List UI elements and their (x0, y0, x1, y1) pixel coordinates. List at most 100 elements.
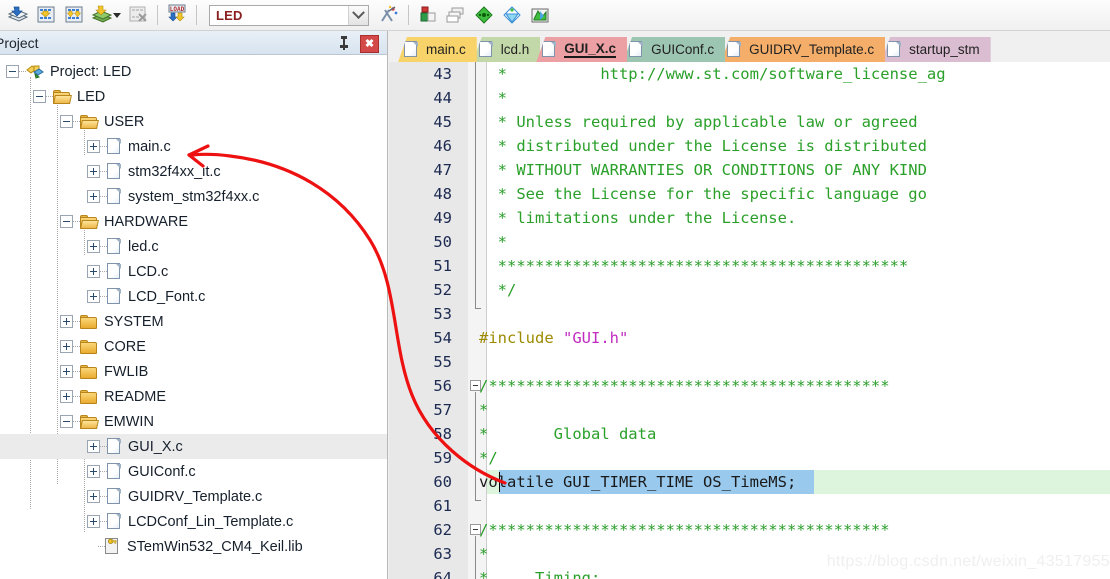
load-icon[interactable]: LOAD (163, 2, 191, 28)
expand-plus-icon[interactable] (87, 440, 100, 453)
expand-plus-icon[interactable] (60, 390, 73, 403)
tree-item-fwlib[interactable]: FWLIB (0, 359, 387, 384)
editor-tab-main-c[interactable]: main.c (398, 37, 477, 62)
pin-icon[interactable] (337, 35, 351, 51)
expand-plus-icon[interactable] (87, 140, 100, 153)
code-line[interactable]: 61 (389, 494, 1110, 518)
tree-item-led-c[interactable]: led.c (0, 234, 387, 259)
editor-tab-startup-stm[interactable]: startup_stm (881, 37, 991, 62)
close-icon[interactable]: ✖ (360, 35, 379, 53)
manage-project-items-icon[interactable] (414, 2, 442, 28)
expand-plus-icon[interactable] (87, 515, 100, 528)
expand-plus-icon[interactable] (60, 315, 73, 328)
code-token: #include (479, 329, 563, 347)
tree-item-project-led[interactable]: Project: LED (0, 59, 387, 84)
code-line[interactable]: 51 *************************************… (389, 254, 1110, 278)
expand-plus-icon[interactable] (60, 340, 73, 353)
code-text: */ (460, 449, 498, 467)
tree-connector (100, 445, 107, 448)
tree-item-hardware[interactable]: HARDWARE (0, 209, 387, 234)
code-line[interactable]: 55 (389, 350, 1110, 374)
tree-item-gui-x-c[interactable]: GUI_X.c (0, 434, 387, 459)
tree-item-guidrv-template-c[interactable]: GUIDRV_Template.c (0, 484, 387, 509)
tree-item-stemwin532-cm4-keil-lib[interactable]: STemWin532_CM4_Keil.lib (0, 534, 387, 559)
build-icon[interactable] (32, 2, 60, 28)
code-line[interactable]: 57 * (389, 398, 1110, 422)
editor-tab-gui-x-c[interactable]: GUI_X.c (536, 37, 628, 62)
expand-plus-icon[interactable] (87, 290, 100, 303)
code-line[interactable]: 64 * Timing: (389, 566, 1110, 579)
pack-installer-map-icon[interactable] (526, 2, 554, 28)
editor-body[interactable]: 43 * http://www.st.com/software_license_… (389, 62, 1110, 579)
code-line[interactable]: 49 * limitations under the License. (389, 206, 1110, 230)
expand-plus-icon[interactable] (87, 165, 100, 178)
tree-item-lcd-font-c[interactable]: LCD_Font.c (0, 284, 387, 309)
code-line[interactable]: 45 * Unless required by applicable law o… (389, 110, 1110, 134)
expand-plus-icon[interactable] (60, 365, 73, 378)
pack-installer-green-icon[interactable] (470, 2, 498, 28)
line-number: 47 (433, 161, 452, 179)
tree-item-stm32f4xx-it-c[interactable]: stm32f4xx_it.c (0, 159, 387, 184)
tree-item-main-c[interactable]: main.c (0, 134, 387, 159)
tree-connector (100, 145, 107, 148)
tree-item-label: FWLIB (104, 363, 149, 380)
target-combo[interactable]: LED (209, 4, 369, 26)
code-line[interactable]: 58 * Global data (389, 422, 1110, 446)
expand-plus-icon[interactable] (87, 190, 100, 203)
chevron-down-icon[interactable] (348, 5, 368, 25)
tree-item-emwin[interactable]: EMWIN (0, 409, 387, 434)
target-options-icon[interactable] (375, 2, 403, 28)
code-text: * Unless required by applicable law or a… (460, 113, 918, 131)
code-line[interactable]: 47 * WITHOUT WARRANTIES OR CONDITIONS OF… (389, 158, 1110, 182)
folder-closed-icon (80, 314, 98, 329)
code-line[interactable]: 63 * (389, 542, 1110, 566)
code-text: * distributed under the License is distr… (460, 137, 927, 155)
manage-multi-project-icon[interactable] (442, 2, 470, 28)
code-line[interactable]: 44 * (389, 86, 1110, 110)
tree-item-led[interactable]: LED (0, 84, 387, 109)
stop-build-icon[interactable] (124, 2, 152, 28)
tree-item-guiconf-c[interactable]: GUIConf.c (0, 459, 387, 484)
tree-item-lcd-c[interactable]: LCD.c (0, 259, 387, 284)
collapse-minus-icon[interactable] (6, 65, 19, 78)
batch-build-icon[interactable] (88, 2, 116, 28)
collapse-minus-icon[interactable] (60, 215, 73, 228)
tree-item-lcdconf-lin-template-c[interactable]: LCDConf_Lin_Template.c (0, 509, 387, 534)
code-line[interactable]: 53 (389, 302, 1110, 326)
code-line[interactable]: 52 */ (389, 278, 1110, 302)
code-line[interactable]: 43 * http://www.st.com/software_license_… (389, 62, 1110, 86)
pack-installer-white-icon[interactable] (498, 2, 526, 28)
code-line[interactable]: 56 /*************************************… (389, 374, 1110, 398)
code-line[interactable]: 60 volatile GUI_TIMER_TIME OS_TimeMS; (389, 470, 1110, 494)
code-text: * (460, 401, 488, 419)
tree-item-system[interactable]: SYSTEM (0, 309, 387, 334)
editor-tab-guidrv-template-c[interactable]: GUIDRV_Template.c (721, 37, 886, 62)
collapse-minus-icon[interactable] (60, 415, 73, 428)
translate-icon[interactable] (4, 2, 32, 28)
expand-plus-icon[interactable] (87, 490, 100, 503)
code-line[interactable]: 48 * See the License for the specific la… (389, 182, 1110, 206)
tree-item-system-stm32f4xx-c[interactable]: system_stm32f4xx.c (0, 184, 387, 209)
collapse-minus-icon[interactable] (60, 115, 73, 128)
expand-plus-icon[interactable] (87, 240, 100, 253)
code-line[interactable]: 59 */ (389, 446, 1110, 470)
editor-tab-lcd-h[interactable]: lcd.h (472, 37, 541, 62)
code-line[interactable]: 50 * (389, 230, 1110, 254)
tree-item-label: EMWIN (104, 413, 154, 430)
code-token: volatile GUI_TIMER_TIME OS_TimeMS; (479, 473, 797, 491)
tree-item-readme[interactable]: README (0, 384, 387, 409)
tree-item-user[interactable]: USER (0, 109, 387, 134)
code-line[interactable]: 62 /*************************************… (389, 518, 1110, 542)
code-line[interactable]: 54 #include "GUI.h" (389, 326, 1110, 350)
rebuild-icon[interactable] (60, 2, 88, 28)
tree-item-label: GUIDRV_Template.c (128, 488, 263, 505)
collapse-minus-icon[interactable] (33, 90, 46, 103)
code-line[interactable]: 46 * distributed under the License is di… (389, 134, 1110, 158)
expand-plus-icon[interactable] (87, 265, 100, 278)
code-text: */ (460, 281, 517, 299)
tree-connector (100, 195, 107, 198)
expand-plus-icon[interactable] (87, 465, 100, 478)
editor-tab-guiconf-c[interactable]: GUIConf.c (623, 37, 726, 62)
code-token: /***************************************… (479, 521, 890, 539)
tree-item-core[interactable]: CORE (0, 334, 387, 359)
